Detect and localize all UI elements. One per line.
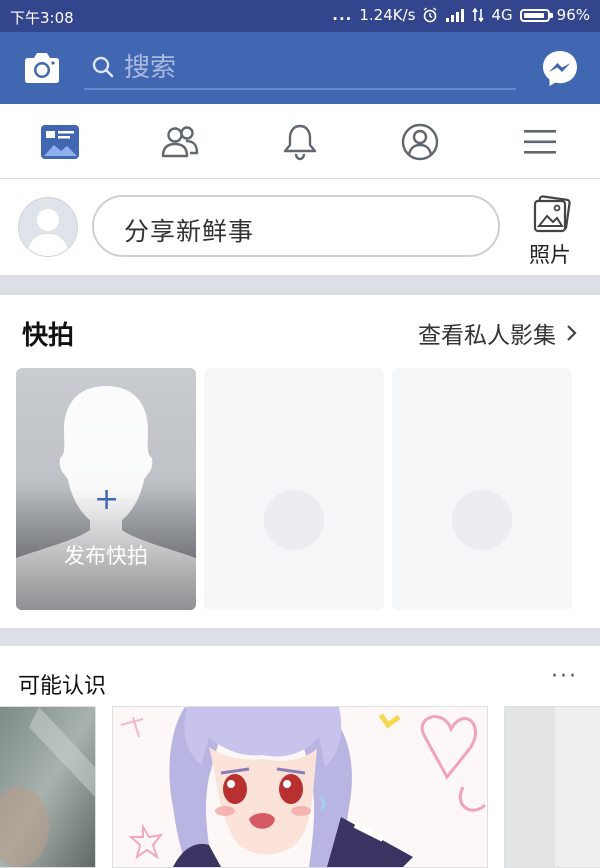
chevron-right-icon bbox=[567, 325, 577, 341]
story-placeholder bbox=[392, 368, 572, 610]
tab-friends[interactable] bbox=[158, 120, 202, 164]
add-story-label: 发布快拍 bbox=[64, 544, 148, 568]
alarm-icon bbox=[424, 7, 437, 23]
more-options-button[interactable]: ··· bbox=[551, 664, 578, 689]
battery-icon bbox=[519, 8, 553, 22]
status-indicators: ... 1.24K/s 4G 96% bbox=[332, 6, 590, 24]
section-divider bbox=[0, 628, 600, 646]
messenger-button[interactable] bbox=[540, 48, 580, 88]
stories-section: 快拍 查看私人影集 + 发布快拍 bbox=[0, 295, 600, 628]
news-feed-icon bbox=[41, 125, 79, 159]
navigation-tabs bbox=[0, 104, 600, 179]
post-composer: 分享新鲜事 照片 bbox=[0, 179, 600, 275]
tab-news-feed[interactable] bbox=[38, 120, 82, 164]
camera-button[interactable] bbox=[22, 49, 62, 87]
stories-title: 快拍 bbox=[22, 321, 75, 351]
tab-menu[interactable] bbox=[518, 120, 562, 164]
default-avatar-icon bbox=[19, 198, 77, 256]
composer-input[interactable]: 分享新鲜事 bbox=[92, 195, 500, 257]
profile-icon bbox=[401, 123, 439, 161]
tab-notifications[interactable] bbox=[278, 120, 322, 164]
data-transfer-icon bbox=[472, 8, 485, 22]
photo-label: 照片 bbox=[529, 243, 571, 267]
messenger-icon bbox=[543, 51, 577, 86]
photo-button[interactable]: 照片 bbox=[522, 193, 582, 269]
add-story-plus: + bbox=[94, 482, 120, 517]
search-input[interactable] bbox=[124, 52, 504, 84]
search-bar[interactable] bbox=[84, 46, 516, 90]
story-placeholder-avatar bbox=[264, 490, 324, 550]
more-notifications-indicator: ... bbox=[332, 6, 353, 24]
avatar[interactable] bbox=[18, 197, 78, 257]
story-placeholder-avatar bbox=[452, 490, 512, 550]
battery-level: 96% bbox=[556, 6, 590, 24]
network-speed: 1.24K/s bbox=[359, 6, 416, 24]
tab-profile[interactable] bbox=[398, 120, 442, 164]
person-photo bbox=[113, 707, 487, 867]
pymk-title: 可能认识 bbox=[18, 674, 107, 699]
section-divider bbox=[0, 275, 600, 295]
story-placeholder bbox=[204, 368, 384, 610]
menu-icon bbox=[524, 130, 556, 154]
person-photo bbox=[0, 707, 95, 867]
bell-icon bbox=[283, 124, 317, 161]
search-icon bbox=[92, 56, 114, 78]
signal-icon bbox=[446, 9, 465, 22]
network-type: 4G bbox=[491, 6, 513, 24]
person-card[interactable] bbox=[0, 706, 96, 868]
people-you-may-know-section: 可能认识 ··· bbox=[0, 646, 600, 868]
app-header bbox=[0, 32, 600, 104]
status-time: 下午3:08 bbox=[10, 9, 74, 27]
status-bar: 下午3:08 ... 1.24K/s 4G 96% bbox=[0, 0, 600, 32]
photo-icon bbox=[533, 195, 571, 233]
person-card[interactable] bbox=[112, 706, 488, 868]
archive-link[interactable]: 查看私人影集 bbox=[418, 316, 578, 350]
person-photo bbox=[505, 707, 600, 867]
archive-link-label: 查看私人影集 bbox=[418, 323, 556, 349]
camera-icon bbox=[25, 53, 59, 83]
add-story-card[interactable]: + 发布快拍 bbox=[16, 368, 196, 610]
person-card[interactable] bbox=[504, 706, 600, 868]
friends-icon bbox=[161, 126, 199, 158]
composer-prompt: 分享新鲜事 bbox=[124, 217, 255, 246]
